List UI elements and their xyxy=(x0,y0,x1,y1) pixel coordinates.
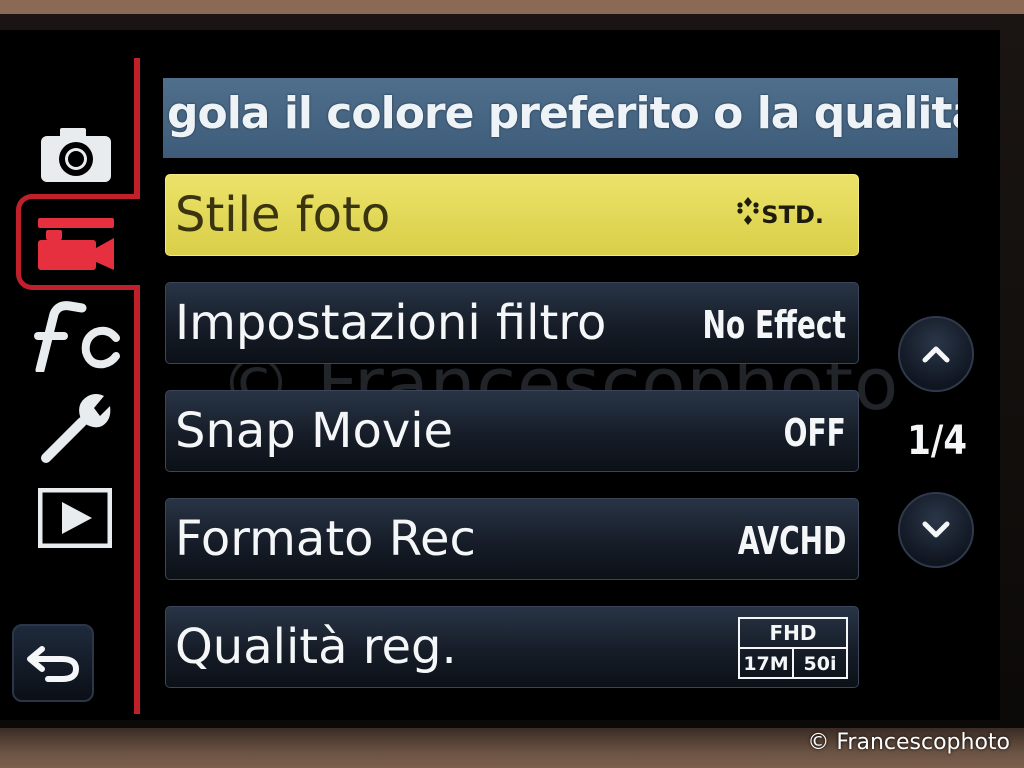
menu-item-formato-rec[interactable]: Formato Rec AVCHD xyxy=(165,498,859,580)
menu-item-value: No Effect xyxy=(702,303,846,347)
menu-item-label: Formato Rec xyxy=(175,511,476,567)
scroll-down-button[interactable] xyxy=(898,492,974,568)
std-photo-style-icon: STD. xyxy=(737,197,824,227)
menu-item-label: Snap Movie xyxy=(175,403,454,459)
page-indicator: 1/4 xyxy=(907,418,967,464)
wrench-icon[interactable] xyxy=(38,390,114,466)
menu-item-label: Impostazioni filtro xyxy=(175,295,607,351)
menu-item-label: Qualità reg. xyxy=(175,619,457,675)
scroll-up-button[interactable] xyxy=(898,316,974,392)
menu-item-impostazioni-filtro[interactable]: Impostazioni filtro No Effect xyxy=(165,282,859,364)
menu-description-banner: gola il colore preferito o la qualità xyxy=(163,78,958,158)
menu-item-stile-foto[interactable]: Stile foto STD. xyxy=(165,174,859,256)
playback-icon[interactable] xyxy=(37,487,113,549)
camera-icon[interactable] xyxy=(38,124,114,186)
return-arrow-icon xyxy=(27,646,80,682)
quality-bitrate: 17M xyxy=(740,649,794,679)
quality-framerate: 50i xyxy=(803,653,837,675)
menu-item-snap-movie[interactable]: Snap Movie OFF xyxy=(165,390,859,472)
side-tab-divider xyxy=(134,58,140,714)
menu-item-qualita-reg[interactable]: Qualità reg. FHD 17M 50i xyxy=(165,606,859,688)
photo-credit: © Francescophoto xyxy=(807,730,1010,755)
back-button[interactable] xyxy=(12,624,94,702)
banner-text: gola il colore preferito o la qualità xyxy=(167,88,958,139)
recording-quality-icon: FHD 17M 50i xyxy=(738,617,848,679)
active-tab-gap xyxy=(133,199,143,285)
menu-item-value: OFF xyxy=(783,411,846,455)
chevron-up-icon xyxy=(922,346,950,363)
menu-item-value: AVCHD xyxy=(737,519,846,563)
quality-resolution: FHD xyxy=(769,621,817,645)
custom-fc-icon[interactable] xyxy=(30,300,122,375)
movie-camera-icon[interactable] xyxy=(36,216,116,272)
chevron-down-icon xyxy=(922,521,950,538)
menu-item-label: Stile foto xyxy=(175,187,391,243)
std-label: STD. xyxy=(761,201,824,229)
